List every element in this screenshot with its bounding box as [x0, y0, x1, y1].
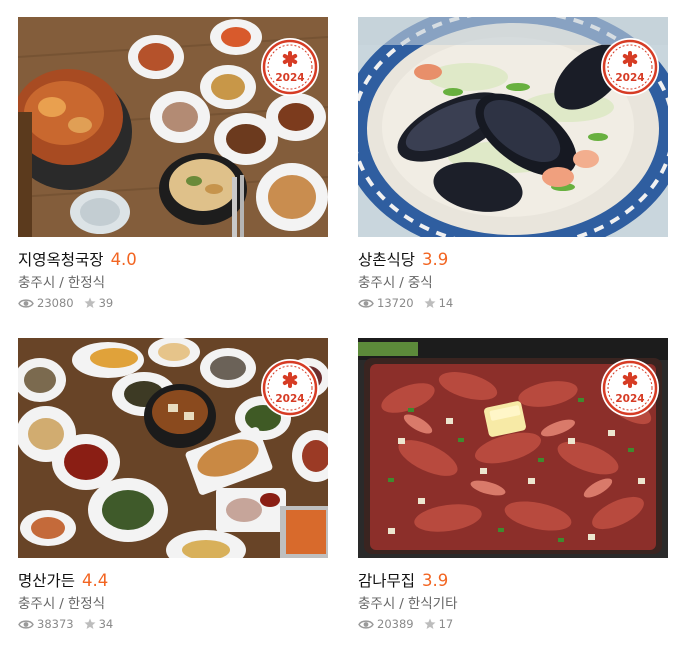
favorite-count: 34 — [98, 617, 114, 631]
favorite-count: 17 — [438, 617, 454, 631]
restaurant-stats: 13720 14 — [358, 296, 453, 310]
restaurant-title-row: 지영옥청국장 4.0 — [18, 248, 137, 270]
restaurant-location: 충주시 / 중식 — [358, 271, 433, 291]
meta-separator: / — [59, 596, 64, 612]
restaurant-photo[interactable]: 2024 — [18, 338, 328, 558]
restaurant-rating: 3.9 — [422, 570, 449, 590]
view-count: 13720 — [377, 296, 414, 310]
restaurant-city: 충주시 — [18, 275, 56, 291]
badge-year: 2024 — [275, 393, 304, 405]
restaurant-stats: 20389 17 — [358, 617, 453, 631]
star-icon — [424, 297, 436, 308]
star-icon — [424, 618, 436, 629]
restaurant-city: 충주시 — [358, 596, 396, 612]
view-count: 23080 — [37, 296, 74, 310]
restaurant-stats: 23080 39 — [18, 296, 113, 310]
restaurant-photo[interactable]: 2024 — [358, 17, 668, 237]
restaurant-rating: 4.4 — [82, 570, 109, 590]
view-count: 38373 — [37, 617, 74, 631]
badge-year: 2024 — [275, 72, 304, 84]
award-badge: 2024 — [261, 359, 319, 417]
restaurant-name[interactable]: 상촌식당 — [358, 251, 415, 269]
restaurant-rating: 4.0 — [110, 249, 137, 269]
restaurant-card: 2024 상촌식당 3.9 충주시 / 중식 13720 14 — [358, 17, 668, 317]
restaurant-category: 한정식 — [67, 596, 106, 612]
restaurant-city: 충주시 — [358, 275, 396, 291]
eye-icon — [358, 619, 374, 629]
view-count: 20389 — [377, 617, 414, 631]
meta-separator: / — [59, 275, 64, 291]
restaurant-name[interactable]: 명산가든 — [18, 572, 75, 590]
restaurant-photo[interactable]: 2024 — [358, 338, 668, 558]
restaurant-title-row: 상촌식당 3.9 — [358, 248, 448, 270]
restaurant-card: 2024 명산가든 4.4 충주시 / 한정식 38373 34 — [18, 338, 328, 638]
meta-separator: / — [399, 275, 404, 291]
award-badge: 2024 — [601, 38, 659, 96]
restaurant-location: 충주시 / 한식기타 — [358, 592, 458, 612]
restaurant-category: 한식기타 — [407, 596, 458, 612]
restaurant-name[interactable]: 감나무집 — [358, 572, 415, 590]
award-badge: 2024 — [601, 359, 659, 417]
eye-icon — [358, 298, 374, 308]
restaurant-rating: 3.9 — [422, 249, 449, 269]
restaurant-title-row: 감나무집 3.9 — [358, 569, 448, 591]
star-icon — [84, 618, 96, 629]
favorite-count: 14 — [438, 296, 454, 310]
eye-icon — [18, 298, 34, 308]
restaurant-category: 한정식 — [67, 275, 106, 291]
restaurant-title-row: 명산가든 4.4 — [18, 569, 108, 591]
badge-year: 2024 — [615, 393, 644, 405]
star-icon — [84, 297, 96, 308]
meta-separator: / — [399, 596, 404, 612]
restaurant-location: 충주시 / 한정식 — [18, 592, 105, 612]
restaurant-location: 충주시 / 한정식 — [18, 271, 105, 291]
restaurant-category: 중식 — [407, 275, 433, 291]
restaurant-city: 충주시 — [18, 596, 56, 612]
badge-year: 2024 — [615, 72, 644, 84]
award-badge: 2024 — [261, 38, 319, 96]
restaurant-card: 2024 감나무집 3.9 충주시 / 한식기타 20389 17 — [358, 338, 668, 638]
eye-icon — [18, 619, 34, 629]
restaurant-card: 2024 지영옥청국장 4.0 충주시 / 한정식 23080 39 — [18, 17, 328, 317]
favorite-count: 39 — [98, 296, 114, 310]
restaurant-stats: 38373 34 — [18, 617, 113, 631]
restaurant-photo[interactable]: 2024 — [18, 17, 328, 237]
restaurant-name[interactable]: 지영옥청국장 — [18, 251, 104, 269]
